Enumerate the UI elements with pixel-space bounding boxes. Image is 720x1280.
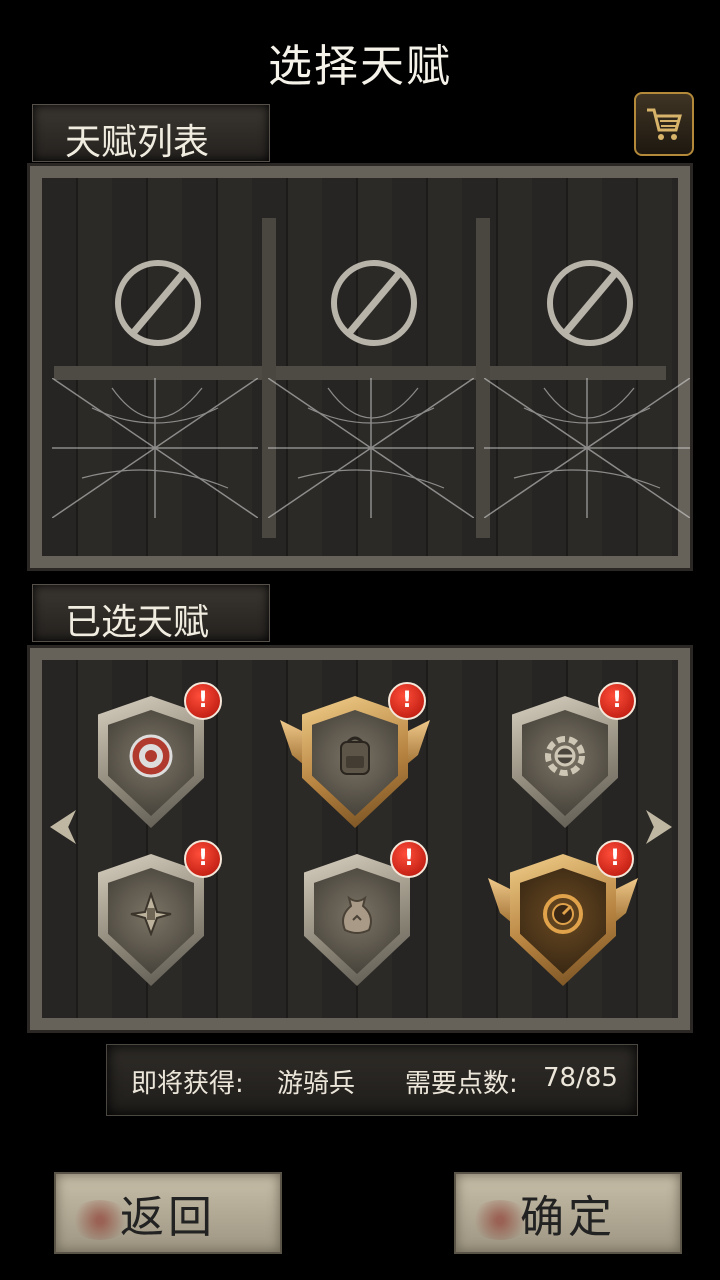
- reward-info-board: 即将获得: 游骑兵 需要点数: 78/85: [106, 1044, 638, 1116]
- talent-badge-pouch[interactable]: !: [292, 840, 428, 994]
- alert-badge: !: [388, 682, 426, 720]
- selected-label: 已选天赋: [65, 602, 210, 643]
- forbidden-icon: [331, 260, 417, 346]
- shop-cart-button[interactable]: [634, 92, 694, 156]
- alert-badge: !: [184, 840, 222, 878]
- alert-badge: !: [390, 840, 428, 878]
- cobweb-icon: [52, 378, 258, 518]
- forbidden-icon: [115, 260, 201, 346]
- obtain-value: 游骑兵: [277, 1069, 356, 1099]
- talent-list-label: 天赋列表: [65, 122, 210, 163]
- talent-slot-locked[interactable]: [52, 218, 258, 538]
- talent-slot-locked[interactable]: [268, 218, 474, 538]
- selected-talents-crate: ! ! ! ! ! !: [30, 648, 690, 1030]
- talent-list-label-board: 天赋列表: [32, 104, 270, 163]
- forbidden-icon: [547, 260, 633, 346]
- talent-badge-target[interactable]: !: [86, 682, 222, 836]
- alert-badge: !: [598, 682, 636, 720]
- talent-list-crate: [30, 166, 690, 568]
- back-button[interactable]: 返回: [54, 1172, 282, 1254]
- cobweb-icon: [268, 378, 474, 518]
- selected-label-board: 已选天赋: [32, 584, 270, 643]
- back-button-label: 返回: [120, 1192, 216, 1243]
- cobweb-icon: [484, 378, 690, 518]
- backpack-icon: [340, 736, 370, 775]
- blades-icon: [130, 892, 172, 936]
- talent-badge-backpack[interactable]: !: [280, 682, 420, 836]
- dial-icon: [543, 894, 583, 934]
- page-title: 选择天赋: [268, 41, 452, 92]
- obtain-label: 即将获得:: [131, 1069, 244, 1099]
- talent-badge-blades[interactable]: !: [86, 840, 222, 994]
- confirm-button-label: 确定: [520, 1192, 616, 1243]
- target-icon: [129, 734, 173, 778]
- points-label: 需要点数:: [405, 1069, 518, 1099]
- alert-badge: !: [184, 682, 222, 720]
- talent-badge-gear[interactable]: !: [500, 682, 636, 836]
- confirm-button[interactable]: 确定: [454, 1172, 682, 1254]
- pouch-icon: [342, 895, 372, 934]
- talent-slot-locked[interactable]: [484, 218, 690, 538]
- cart-icon: [647, 108, 682, 140]
- alert-badge: !: [596, 840, 634, 878]
- gear-shield-icon: [545, 736, 585, 776]
- points-value: 78/85: [543, 1063, 618, 1093]
- talent-badge-dial[interactable]: !: [488, 840, 628, 994]
